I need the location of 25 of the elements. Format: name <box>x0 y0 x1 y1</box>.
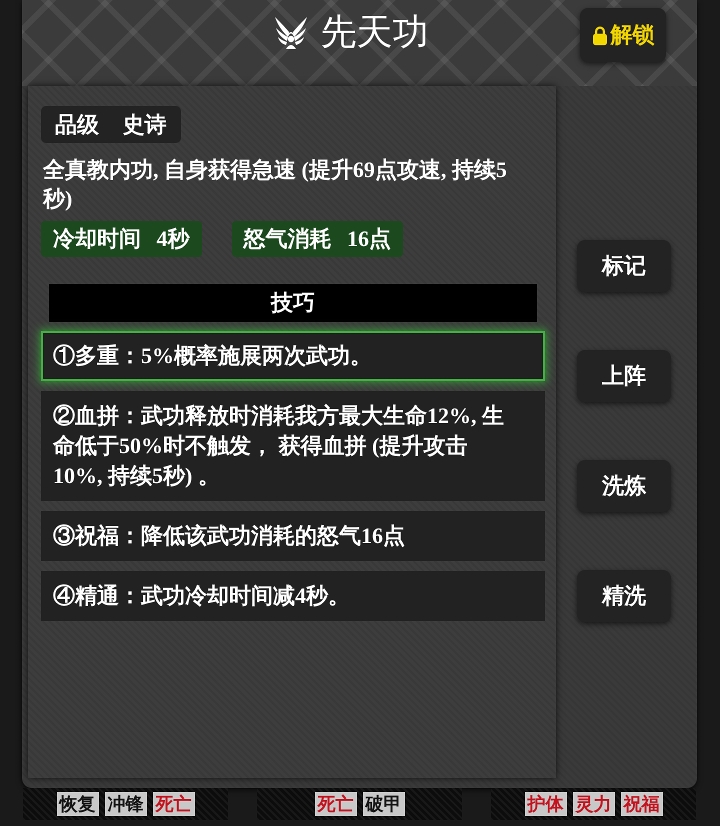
dialog-title: 先天功 <box>320 13 428 53</box>
wings-emblem-icon <box>272 15 308 51</box>
status-tag: 破甲 <box>362 792 404 816</box>
technique-row[interactable]: ③祝福：降低该武功消耗的怒气16点 <box>41 511 545 561</box>
status-tag: 护体 <box>524 792 566 816</box>
stat-badge: 冷却时间 4秒 <box>41 221 202 257</box>
action-button[interactable]: 精洗 <box>577 570 671 622</box>
action-button[interactable]: 上阵 <box>577 350 671 402</box>
grade-badge: 品级 史诗 <box>41 106 180 143</box>
action-button[interactable]: 标记 <box>577 240 671 292</box>
technique-row[interactable]: ①多重：5%概率施展两次武功。 <box>41 331 545 381</box>
status-tag: 冲锋 <box>104 792 146 816</box>
stat-badge: 怒气消耗 16点 <box>232 221 403 257</box>
status-tag: 灵力 <box>572 792 614 816</box>
unlock-button[interactable]: 解锁 <box>580 8 666 62</box>
status-tag: 死亡 <box>152 792 194 816</box>
technique-row[interactable]: ④精通：武功冷却时间减4秒。 <box>41 571 545 621</box>
technique-row[interactable]: ②血拼：武功释放时消耗我方最大生命12%, 生命低于50%时不触发， 获得血拼 (提升攻击10%, 持续5秒) 。 <box>41 391 545 501</box>
lock-icon <box>592 24 608 46</box>
status-tag: 祝福 <box>620 792 662 816</box>
section-heading: 技巧 <box>49 284 537 322</box>
status-tag: 恢复 <box>56 792 98 816</box>
skill-description: 全真教内功, 自身获得急速 (提升69点攻速, 持续5秒) <box>43 156 508 213</box>
action-button[interactable]: 洗炼 <box>577 460 671 512</box>
status-tag: 死亡 <box>314 792 356 816</box>
